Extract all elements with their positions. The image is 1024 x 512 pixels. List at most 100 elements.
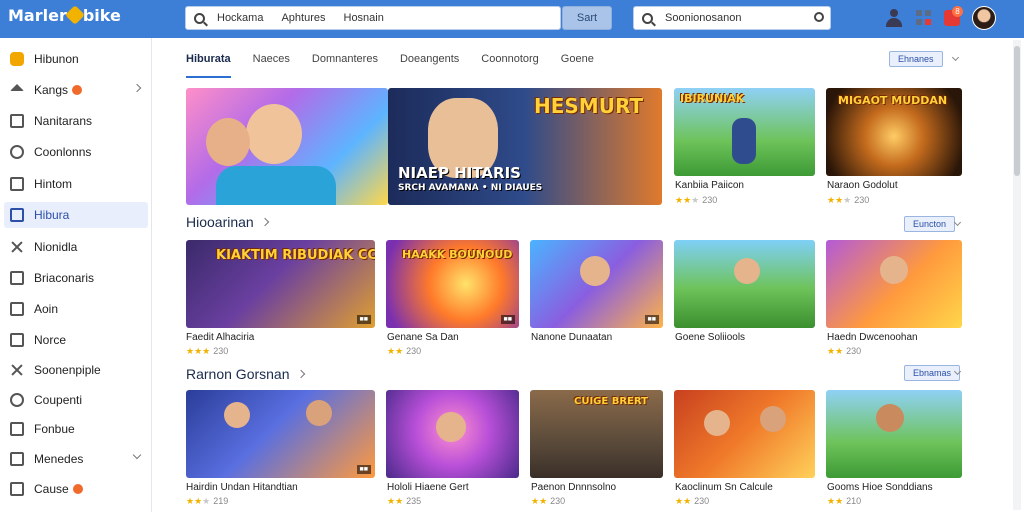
sidebar-item-hibunon[interactable]: Hibunon	[4, 46, 148, 72]
star-rating-icon: ★★	[827, 496, 844, 506]
search-input[interactable]: Hockama Aphtures Hosnain	[185, 6, 561, 30]
chevron-right-icon[interactable]	[132, 83, 142, 93]
section-title[interactable]: Hiooarinan	[186, 214, 269, 230]
sidebar-item-menedes[interactable]: Menedes	[4, 446, 148, 472]
sidebar-item-kangs[interactable]: Kangs	[4, 77, 148, 103]
character-art	[436, 412, 466, 442]
star-rating-icon: ★★	[827, 346, 844, 356]
sidebar-item-coonlonns[interactable]: Coonlonns	[4, 139, 148, 165]
game-rating: ★★★ 230	[186, 346, 229, 356]
sidebar-item-nanitarans[interactable]: Nanitarans	[4, 108, 148, 134]
tab-domnanteres[interactable]: Domnanteres	[312, 44, 378, 78]
game-thumbnail[interactable]	[826, 240, 962, 328]
game-thumbnail[interactable]: HAAKK BOUNOUD ■■	[386, 240, 519, 328]
character-art	[580, 256, 610, 286]
game-title[interactable]: Nanone Dunaatan	[531, 332, 612, 343]
people-icon[interactable]	[884, 8, 904, 28]
game-title[interactable]: Goene Soliiools	[675, 332, 745, 343]
sidebar-item-coupenti[interactable]: Coupenti	[4, 387, 148, 413]
game-thumbnail[interactable]: MIGAOT MUDDAN	[826, 88, 962, 176]
thumbnail-tag-icon: ■■	[356, 465, 371, 474]
app-logo[interactable]: Marler bike	[8, 5, 121, 25]
tab-doeangents[interactable]: Doeangents	[400, 44, 459, 78]
game-title[interactable]: Kanbiia Paiicon	[675, 180, 744, 191]
star-rating-icon: ★★★	[675, 195, 700, 205]
check-icon	[10, 452, 24, 466]
featured-banner-main[interactable]: HESMURT NIAEP HITARIS SRCH AVAMANA • NI …	[388, 88, 662, 205]
search-button[interactable]: Sart	[562, 6, 612, 30]
character-art	[732, 118, 756, 164]
sidebar-item-label: Fonbue	[34, 422, 75, 436]
game-rating: ★★ 230	[675, 496, 710, 506]
sidebar-item-briaconaris[interactable]: Briaconaris	[4, 265, 148, 291]
sidebar-item-label: Soonenpiple	[34, 363, 101, 377]
sidebar-item-fonbue[interactable]: Fonbue	[4, 416, 148, 442]
featured-banner-left[interactable]	[186, 88, 388, 205]
game-thumbnail[interactable]	[674, 240, 815, 328]
game-thumbnail[interactable]: IBIRUNIAK	[674, 88, 815, 176]
list-icon	[10, 177, 24, 191]
tab-naeces[interactable]: Naeces	[253, 44, 290, 78]
chevron-down-icon[interactable]	[132, 450, 142, 460]
game-title[interactable]: Gooms Hioe Sonddians	[827, 482, 933, 493]
grid-icon[interactable]	[914, 8, 934, 28]
tab-coonnotorg[interactable]: Coonnotorg	[481, 44, 539, 78]
chevron-right-icon	[296, 369, 305, 379]
banner-caption: SRCH AVAMANA • NI DIAUES	[398, 183, 543, 193]
game-title[interactable]: Hairdin Undan Hitandtian	[186, 482, 298, 493]
game-rating: ★★ 230	[387, 346, 422, 356]
briefcase-icon	[10, 271, 24, 285]
game-rating: ★★ 235	[387, 496, 422, 506]
sidebar-item-norce[interactable]: Norce	[4, 327, 148, 353]
secondary-search-input[interactable]: Soonionosanon	[633, 6, 831, 30]
game-title[interactable]: Naraon Godolut	[827, 180, 898, 191]
filter-chip[interactable]: Ehnanes	[889, 51, 943, 67]
game-thumbnail[interactable]	[386, 390, 519, 478]
game-title[interactable]: Kaoclinum Sn Calcule	[675, 482, 773, 493]
game-rating: ★★★ 219	[186, 496, 229, 506]
section-title[interactable]: Rarnon Gorsnan	[186, 366, 305, 382]
game-rating: ★★ 230	[827, 346, 862, 356]
edit-icon	[10, 302, 24, 316]
vertical-scrollbar[interactable]	[1013, 40, 1021, 510]
character-art	[880, 256, 908, 284]
game-thumbnail[interactable]	[674, 390, 815, 478]
sidebar-item-cause[interactable]: Cause	[4, 476, 148, 502]
section-filter-chip[interactable]: Euncton	[904, 216, 956, 232]
tab-goene[interactable]: Goene	[561, 44, 594, 78]
game-thumbnail[interactable]: ■■	[530, 240, 663, 328]
character-art	[306, 400, 332, 426]
game-thumbnail[interactable]: CUIGE BRERT	[530, 390, 663, 478]
game-title[interactable]: Paenon Dnnnsolno	[531, 482, 616, 493]
thumbnail-title: IBIRUNIAK	[680, 92, 745, 105]
sidebar: Hibunon Kangs Nanitarans Coonlonns Hinto…	[0, 38, 152, 512]
user-avatar[interactable]	[972, 6, 996, 30]
sidebar-item-hintom[interactable]: Hintom	[4, 171, 148, 197]
character-art	[216, 166, 336, 205]
close-box-icon	[10, 482, 24, 496]
search-token: Hockama	[217, 12, 264, 24]
sidebar-item-label: Briaconaris	[34, 271, 95, 285]
game-title[interactable]: Haedn Dwcenoohan	[827, 332, 918, 343]
character-art	[760, 406, 786, 432]
search-submit-icon[interactable]	[814, 12, 824, 22]
game-thumbnail[interactable]: ■■	[186, 390, 375, 478]
sidebar-item-nionidla[interactable]: Nionidla	[4, 234, 148, 260]
chevron-down-icon[interactable]	[951, 53, 960, 62]
sidebar-item-soonenpiple[interactable]: Soonenpiple	[4, 357, 148, 383]
character-art	[876, 404, 904, 432]
game-title[interactable]: Faedit Alhaciria	[186, 332, 254, 343]
sidebar-item-hibura[interactable]: Hibura	[4, 202, 148, 228]
scrollbar-thumb[interactable]	[1014, 46, 1020, 176]
chevron-down-icon[interactable]	[953, 218, 962, 227]
top-bar: Marler bike Hockama Aphtures Hosnain Sart…	[0, 0, 1024, 38]
sidebar-item-label: Nionidla	[34, 240, 78, 254]
tab-hiburata[interactable]: Hiburata	[186, 44, 231, 78]
game-thumbnail[interactable]: KIAKTIM RIBUDIAK CCADIS ■■	[186, 240, 375, 328]
sidebar-item-aoin[interactable]: Aoin	[4, 296, 148, 322]
game-title[interactable]: Hololi Hiaene Gert	[387, 482, 469, 493]
game-title[interactable]: Genane Sa Dan	[387, 332, 459, 343]
game-thumbnail[interactable]	[826, 390, 962, 478]
section-filter-chip[interactable]: Ebnamas	[904, 365, 961, 381]
disc-icon	[10, 393, 24, 407]
